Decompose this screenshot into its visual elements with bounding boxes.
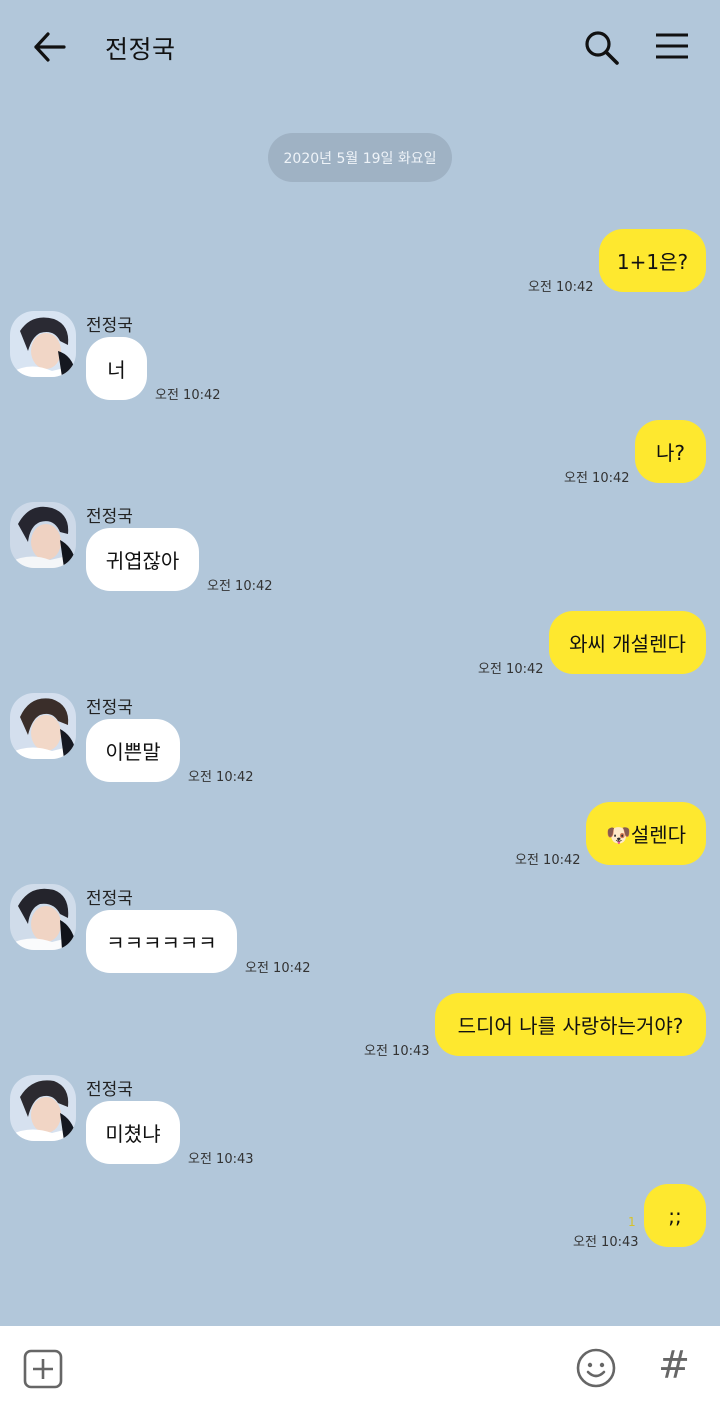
- search-icon: [585, 31, 619, 65]
- sender-name: 전정국: [86, 507, 133, 527]
- sender-name: 전정국: [86, 316, 133, 336]
- sender-name: 전정국: [86, 698, 133, 718]
- search-button[interactable]: [580, 26, 624, 70]
- avatar[interactable]: [10, 1075, 76, 1141]
- plus-square-icon: [23, 1349, 63, 1389]
- message-time: 오전 10:42: [478, 662, 544, 677]
- my-message-bubble[interactable]: 🐶설렌다: [586, 802, 706, 865]
- my-message-bubble[interactable]: 1+1은?: [599, 229, 706, 292]
- chat-title: 전정국: [105, 35, 176, 64]
- their-message-bubble[interactable]: 귀엽잖아: [86, 528, 199, 591]
- message-time: 오전 10:43: [573, 1235, 639, 1250]
- avatar[interactable]: [10, 884, 76, 950]
- message-time: 오전 10:42: [245, 961, 311, 976]
- sender-name: 전정국: [86, 1080, 133, 1100]
- profile-photo: [10, 502, 76, 568]
- profile-photo: [10, 1075, 76, 1141]
- their-message-bubble[interactable]: ㅋㅋㅋㅋㅋㅋ: [86, 910, 237, 973]
- my-message-bubble[interactable]: 와씨 개설렌다: [549, 611, 706, 674]
- emoji-button[interactable]: [574, 1346, 618, 1390]
- avatar[interactable]: [10, 693, 76, 759]
- menu-button[interactable]: [650, 26, 694, 70]
- message-time: 오전 10:42: [188, 770, 254, 785]
- message-time: 오전 10:42: [564, 471, 630, 486]
- date-divider: 2020년 5월 19일 화요일: [268, 133, 452, 182]
- avatar[interactable]: [10, 502, 76, 568]
- arrow-left-icon: [34, 32, 66, 62]
- their-message-bubble[interactable]: 너: [86, 337, 147, 400]
- message-time: 오전 10:42: [155, 388, 221, 403]
- their-message-bubble[interactable]: 미쳤냐: [86, 1101, 180, 1164]
- message-time: 오전 10:42: [207, 579, 273, 594]
- chat-header: 전정국: [0, 0, 720, 94]
- message-time: 오전 10:42: [515, 853, 581, 868]
- message-time: 오전 10:42: [528, 280, 594, 295]
- input-bar: #: [0, 1326, 720, 1406]
- my-message-bubble[interactable]: 드디어 나를 사랑하는거야?: [435, 993, 706, 1056]
- back-button[interactable]: [28, 26, 72, 70]
- message-time: 오전 10:43: [188, 1152, 254, 1167]
- smiley-icon: [576, 1348, 616, 1388]
- message-time: 오전 10:43: [364, 1044, 430, 1059]
- profile-photo: [10, 311, 76, 377]
- sender-name: 전정국: [86, 889, 133, 909]
- my-message-bubble[interactable]: ;;: [644, 1184, 706, 1247]
- their-message-bubble[interactable]: 이쁜말: [86, 719, 180, 782]
- add-button[interactable]: [22, 1348, 64, 1390]
- my-message-bubble[interactable]: 나?: [635, 420, 706, 483]
- profile-photo: [10, 693, 76, 759]
- unread-count: 1: [628, 1215, 636, 1229]
- hamburger-menu-icon: [656, 33, 688, 59]
- profile-photo: [10, 884, 76, 950]
- avatar[interactable]: [10, 311, 76, 377]
- hashtag-search-button[interactable]: #: [652, 1342, 696, 1388]
